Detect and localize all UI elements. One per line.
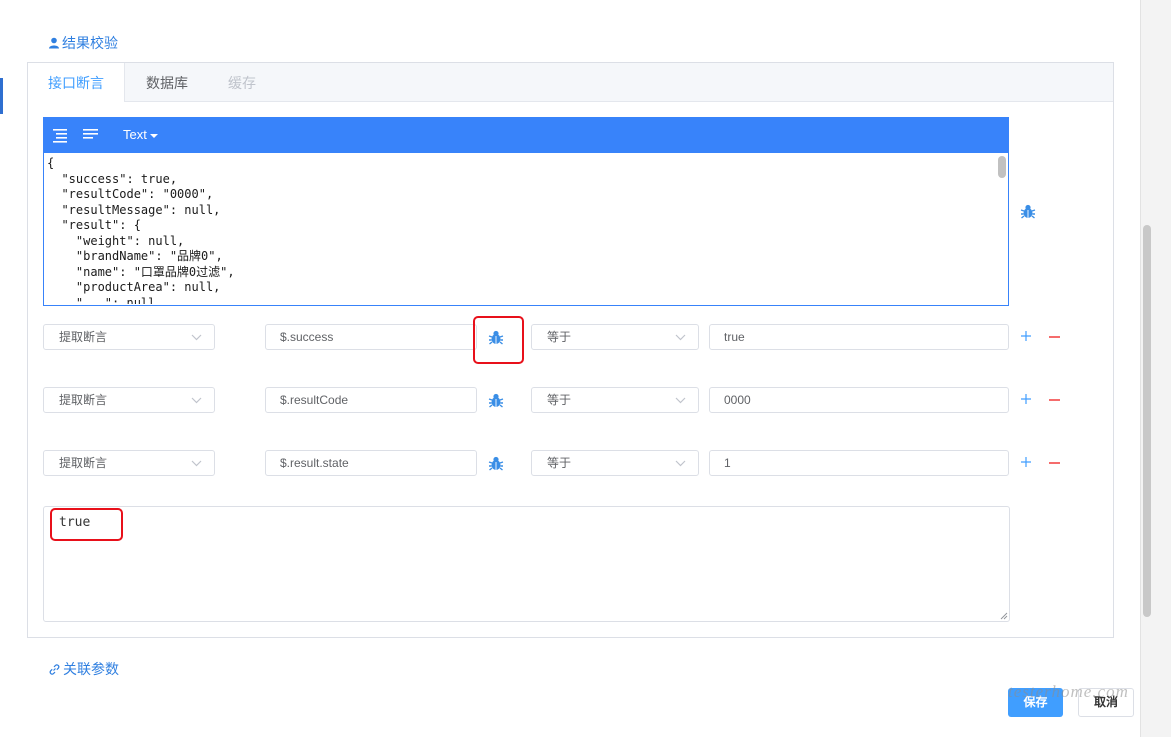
section-result-check-label: 结果校验 — [62, 35, 118, 51]
tab-cache: 缓存 — [228, 75, 256, 91]
chevron-down-icon — [675, 334, 686, 341]
tab-api-assertion[interactable]: 接口断言 — [28, 63, 125, 102]
dialog: 结果校验 接口断言 数据库 缓存 Text { "success": true,… — [0, 0, 1140, 737]
link-icon — [49, 663, 60, 675]
tab-bar: 接口断言 数据库 缓存 — [28, 63, 1113, 102]
operator-select-1[interactable]: 等于 — [531, 324, 699, 350]
result-textarea[interactable]: true — [43, 506, 1010, 622]
expected-input-3[interactable]: 1 — [709, 450, 1009, 476]
mode-dropdown[interactable]: Text — [123, 127, 159, 142]
plus-icon[interactable] — [1020, 330, 1032, 342]
section-related-params-label: 关联参数 — [63, 661, 119, 677]
jsonpath-input-1[interactable]: $.success — [265, 324, 477, 350]
watermark: testerhome.com — [1008, 682, 1129, 701]
assertion-type-value-3: 提取断言 — [59, 456, 108, 470]
operator-select-2[interactable]: 等于 — [531, 387, 699, 413]
editor-toolbar: Text — [44, 118, 1008, 153]
assertion-type-select-1[interactable]: 提取断言 — [43, 324, 215, 350]
compact-icon[interactable] — [82, 127, 100, 143]
operator-value-2: 等于 — [547, 393, 572, 407]
plus-icon[interactable] — [1020, 456, 1032, 468]
background-edge — [0, 78, 3, 114]
chevron-down-icon — [191, 334, 202, 341]
plus-icon[interactable] — [1020, 393, 1032, 405]
section-result-check[interactable]: 结果校验 — [48, 33, 118, 53]
assertion-type-select-3[interactable]: 提取断言 — [43, 450, 215, 476]
assertion-type-select-2[interactable]: 提取断言 — [43, 387, 215, 413]
assertion-type-value-1: 提取断言 — [59, 330, 108, 344]
operator-value-3: 等于 — [547, 456, 572, 470]
chevron-down-icon — [191, 397, 202, 404]
user-icon — [49, 37, 59, 49]
operator-select-3[interactable]: 等于 — [531, 450, 699, 476]
mode-label: Text — [123, 127, 147, 142]
dialog-scrollbar[interactable] — [1143, 225, 1151, 617]
jsonpath-input-3[interactable]: $.result.state — [265, 450, 477, 476]
chevron-down-icon — [191, 460, 202, 467]
operator-value-1: 等于 — [547, 330, 572, 344]
minus-icon[interactable] — [1049, 462, 1060, 464]
assertion-card: 接口断言 数据库 缓存 Text { "success": true, "res… — [27, 62, 1114, 638]
resize-handle-icon[interactable] — [1000, 612, 1008, 620]
chevron-down-icon — [675, 460, 686, 467]
editor-content[interactable]: { "success": true, "resultCode": "0000",… — [47, 156, 992, 304]
minus-icon[interactable] — [1049, 336, 1060, 338]
tab-database[interactable]: 数据库 — [132, 63, 202, 101]
chevron-down-icon — [675, 397, 686, 404]
highlight-box-result — [50, 508, 123, 541]
format-icon[interactable] — [52, 127, 70, 143]
bug-icon[interactable] — [1020, 203, 1036, 219]
minus-icon[interactable] — [1049, 399, 1060, 401]
editor-scrollbar[interactable] — [998, 156, 1006, 178]
jsonpath-input-2[interactable]: $.resultCode — [265, 387, 477, 413]
expected-input-2[interactable]: 0000 — [709, 387, 1009, 413]
section-related-params[interactable]: 关联参数 — [48, 659, 119, 679]
bug-icon[interactable] — [488, 455, 504, 471]
assertion-type-value-2: 提取断言 — [59, 393, 108, 407]
expected-input-1[interactable]: true — [709, 324, 1009, 350]
caret-down-icon — [150, 134, 159, 138]
bug-icon[interactable] — [488, 392, 504, 408]
highlight-box-debug — [473, 316, 524, 364]
json-editor[interactable]: Text { "success": true, "resultCode": "0… — [43, 117, 1009, 306]
